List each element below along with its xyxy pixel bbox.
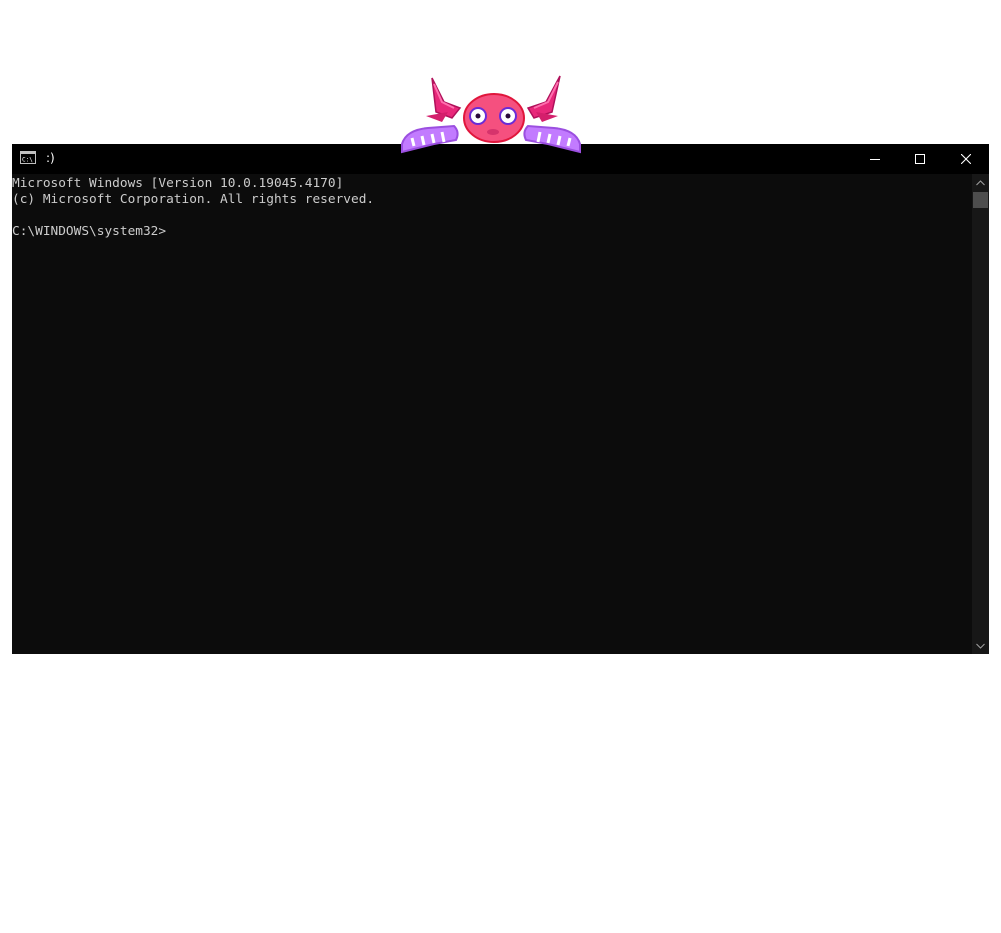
window-title: :) (46, 151, 55, 165)
console-output[interactable]: Microsoft Windows [Version 10.0.19045.41… (12, 174, 972, 654)
chevron-up-icon (976, 179, 985, 185)
scrollbar-thumb[interactable] (973, 192, 988, 208)
vertical-scrollbar[interactable] (972, 174, 989, 654)
axolotl-mascot-icon (401, 75, 581, 154)
console-line: (c) Microsoft Corporation. All rights re… (12, 192, 375, 207)
maximize-button[interactable] (897, 144, 943, 174)
minimize-button[interactable] (852, 144, 898, 174)
close-button[interactable] (943, 144, 989, 174)
chevron-down-icon (976, 643, 985, 649)
cmd-icon: C:\ (20, 151, 36, 164)
command-prompt-window: C:\ :) Microsoft Windows [Version 10.0.1… (12, 144, 989, 654)
scroll-up-button[interactable] (972, 174, 989, 191)
command-prompt-line[interactable]: C:\WINDOWS\system32> (12, 224, 166, 240)
scroll-down-button[interactable] (972, 637, 989, 654)
maximize-icon (915, 154, 925, 164)
console-line: Microsoft Windows [Version 10.0.19045.41… (12, 176, 344, 191)
minimize-icon (870, 159, 880, 160)
close-icon (961, 154, 971, 164)
svg-text:C:\: C:\ (22, 157, 33, 164)
